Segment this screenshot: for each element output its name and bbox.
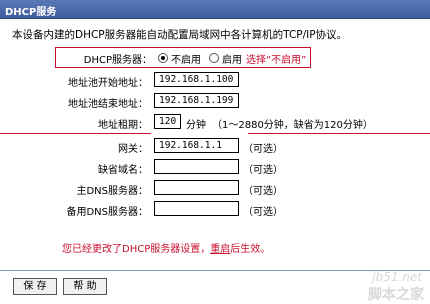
domain-optional-hint: （可选） <box>243 165 283 176</box>
pool-start-label: 地址池开始地址： <box>68 78 148 89</box>
help-button[interactable]: 帮 助 <box>63 278 107 295</box>
domain-label: 缺省域名： <box>98 165 148 176</box>
save-button[interactable]: 保 存 <box>13 278 57 295</box>
lease-unit: 分钟 <box>186 120 206 131</box>
change-notice-prefix: 您已经更改了DHCP服务器设置， <box>62 244 211 255</box>
pool-end-label: 地址池结束地址： <box>68 99 148 110</box>
lease-label: 地址租期： <box>98 120 148 131</box>
window-title-bar: DHCP服务 <box>0 0 430 19</box>
gateway-optional-hint: （可选） <box>243 144 283 155</box>
domain-input[interactable] <box>154 159 239 174</box>
dhcp-enable-radio[interactable] <box>209 53 219 63</box>
change-notice-suffix: 后生效。 <box>230 244 271 255</box>
gateway-input[interactable]: 192.168.1.1 <box>154 138 239 153</box>
dns2-label: 备用DNS服务器： <box>66 207 148 218</box>
dhcp-disable-label[interactable]: 不启用 <box>171 51 201 66</box>
dhcp-enable-label[interactable]: 启用 <box>222 51 242 66</box>
lease-input[interactable]: 120 <box>154 114 181 129</box>
watermark-site: jb51.net <box>372 270 422 284</box>
intro-text: 本设备内建的DHCP服务器能自动配置局域网中各计算机的TCP/IP协议。 <box>12 29 348 41</box>
left-red-divider <box>0 133 151 134</box>
gateway-label: 网关： <box>118 144 148 155</box>
lease-hint: （1～2880分钟，缺省为120分钟） <box>212 120 373 131</box>
change-notice: 您已经更改了DHCP服务器设置，重启后生效。 <box>62 240 270 255</box>
pool-start-input[interactable]: 192.168.1.100 <box>154 72 239 87</box>
watermark-name: 脚本之家 <box>368 287 424 303</box>
footer-divider <box>0 270 430 271</box>
window-title: DHCP服务 <box>5 7 57 18</box>
pool-end-input[interactable]: 192.168.1.199 <box>154 93 239 108</box>
selection-annotation: 选择“不启用” <box>246 55 307 66</box>
right-red-divider <box>248 133 430 134</box>
reboot-link[interactable]: 重启 <box>210 244 230 255</box>
dns1-label: 主DNS服务器： <box>76 186 148 197</box>
dhcp-disable-radio[interactable] <box>158 53 168 63</box>
dns1-input[interactable] <box>154 180 239 195</box>
dhcp-server-label: DHCP服务器： <box>83 55 152 66</box>
dns1-optional-hint: （可选） <box>243 186 283 197</box>
dns2-optional-hint: （可选） <box>243 207 283 218</box>
dns2-input[interactable] <box>154 201 239 216</box>
